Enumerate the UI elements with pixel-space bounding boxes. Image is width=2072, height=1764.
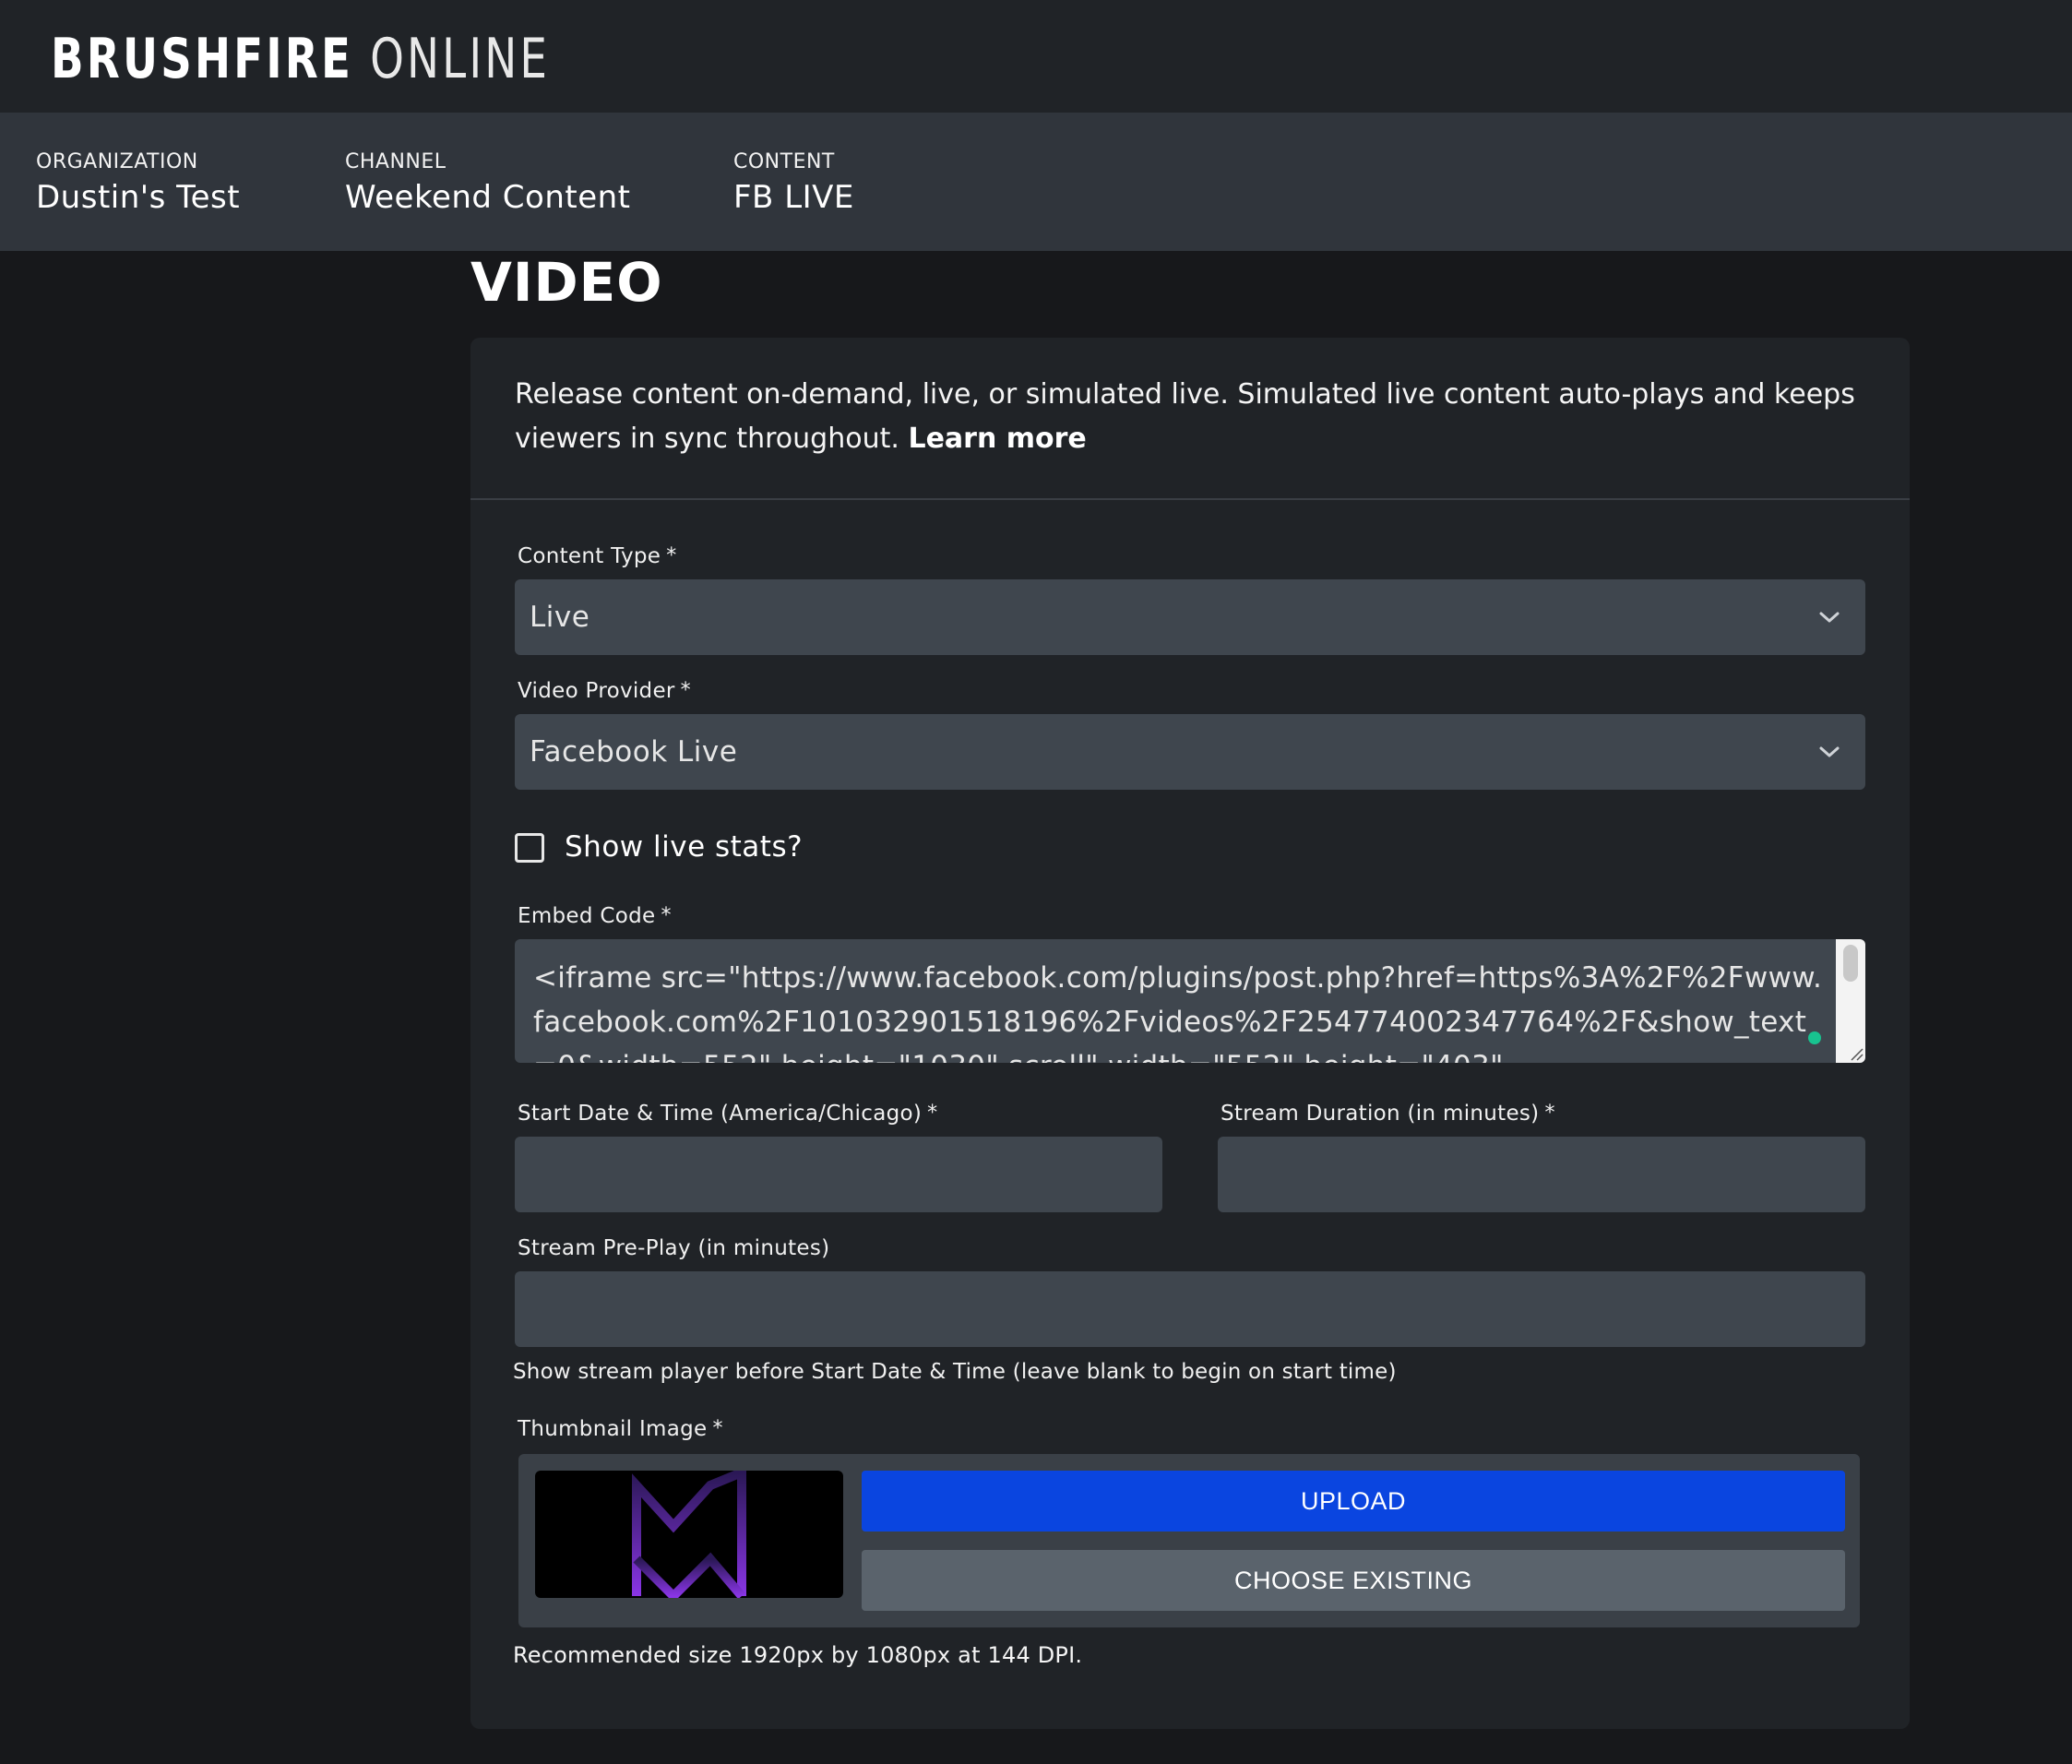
required-mark: * xyxy=(661,904,672,927)
start-datetime-label: Start Date & Time (America/Chicago) * xyxy=(518,1100,937,1127)
video-provider-label: Video Provider * xyxy=(518,677,691,705)
page-title: VIDEO xyxy=(470,251,663,314)
intro-text: Release content on-demand, live, or simu… xyxy=(515,373,1880,461)
video-settings-card: Release content on-demand, live, or simu… xyxy=(470,338,1910,1729)
thumbnail-size-note: Recommended size 1920px by 1080px at 144… xyxy=(513,1642,1083,1668)
required-mark: * xyxy=(666,544,677,567)
start-datetime-label-text: Start Date & Time (America/Chicago) xyxy=(518,1102,923,1126)
top-bar: BRUSHFIRE ONLINE xyxy=(0,0,2072,113)
chevron-down-icon xyxy=(1819,612,1840,623)
start-datetime-input[interactable] xyxy=(515,1137,1162,1212)
thumbnail-label-text: Thumbnail Image xyxy=(518,1417,708,1441)
content-type-value: Live xyxy=(530,601,590,634)
brand-name-thin: ONLINE xyxy=(370,27,551,91)
thumbnail-preview xyxy=(535,1471,843,1598)
content-type-select[interactable]: Live xyxy=(515,579,1865,655)
embed-code-value: <iframe src="https://www.facebook.com/pl… xyxy=(533,961,1823,1063)
thumbnail-label: Thumbnail Image * xyxy=(518,1415,723,1443)
breadcrumb-label: CHANNEL xyxy=(345,150,447,173)
content-type-label-text: Content Type xyxy=(518,544,661,568)
embed-code-textarea[interactable]: <iframe src="https://www.facebook.com/pl… xyxy=(515,939,1865,1063)
embed-code-label-text: Embed Code xyxy=(518,904,656,928)
breadcrumb-label: CONTENT xyxy=(733,150,835,173)
show-live-stats-checkbox[interactable] xyxy=(515,833,544,863)
upload-button[interactable]: UPLOAD xyxy=(862,1471,1845,1532)
show-live-stats-label[interactable]: Show live stats? xyxy=(565,827,803,867)
breadcrumb-channel[interactable]: CHANNEL Weekend Content xyxy=(345,149,631,218)
divider xyxy=(470,498,1910,500)
embed-code-label: Embed Code * xyxy=(518,902,672,930)
breadcrumb-value: Dustin's Test xyxy=(36,179,241,216)
chevron-down-icon xyxy=(1819,746,1840,757)
stream-duration-label-text: Stream Duration (in minutes) xyxy=(1221,1102,1540,1126)
brand-logo[interactable]: BRUSHFIRE ONLINE xyxy=(51,28,550,90)
choose-existing-button[interactable]: CHOOSE EXISTING xyxy=(862,1550,1845,1611)
video-provider-label-text: Video Provider xyxy=(518,679,675,703)
stream-duration-label: Stream Duration (in minutes) * xyxy=(1221,1100,1555,1127)
stream-duration-input[interactable] xyxy=(1218,1137,1865,1212)
thumbnail-panel: UPLOAD CHOOSE EXISTING xyxy=(518,1454,1860,1627)
breadcrumb-label: ORGANIZATION xyxy=(36,150,198,173)
breadcrumb-organization[interactable]: ORGANIZATION Dustin's Test xyxy=(36,149,240,218)
intro-description: Release content on-demand, live, or simu… xyxy=(515,378,1855,455)
breadcrumb: ORGANIZATION Dustin's Test CHANNEL Weeke… xyxy=(0,113,2072,251)
textarea-scrollbar[interactable] xyxy=(1836,939,1865,1063)
learn-more-link[interactable]: Learn more xyxy=(908,423,1086,455)
video-provider-select[interactable]: Facebook Live xyxy=(515,714,1865,790)
required-mark: * xyxy=(927,1102,938,1125)
pre-play-input[interactable] xyxy=(515,1271,1865,1347)
breadcrumb-value: FB LIVE xyxy=(733,179,854,216)
resize-grip-icon[interactable] xyxy=(1849,1046,1864,1061)
pre-play-label: Stream Pre-Play (in minutes) xyxy=(518,1234,829,1262)
brand-name-bold: BRUSHFIRE xyxy=(51,27,354,91)
status-dot-icon xyxy=(1808,1031,1821,1044)
required-mark: * xyxy=(680,679,691,702)
pre-play-help-text: Show stream player before Start Date & T… xyxy=(513,1360,1397,1384)
required-mark: * xyxy=(1544,1102,1555,1125)
brand-logo-icon xyxy=(632,1471,746,1598)
content-type-label: Content Type * xyxy=(518,542,677,570)
required-mark: * xyxy=(712,1417,723,1440)
scrollbar-thumb[interactable] xyxy=(1843,945,1858,982)
video-provider-value: Facebook Live xyxy=(530,735,738,769)
pre-play-label-text: Stream Pre-Play (in minutes) xyxy=(518,1236,830,1260)
breadcrumb-content[interactable]: CONTENT FB LIVE xyxy=(733,149,854,218)
breadcrumb-value: Weekend Content xyxy=(345,179,631,216)
